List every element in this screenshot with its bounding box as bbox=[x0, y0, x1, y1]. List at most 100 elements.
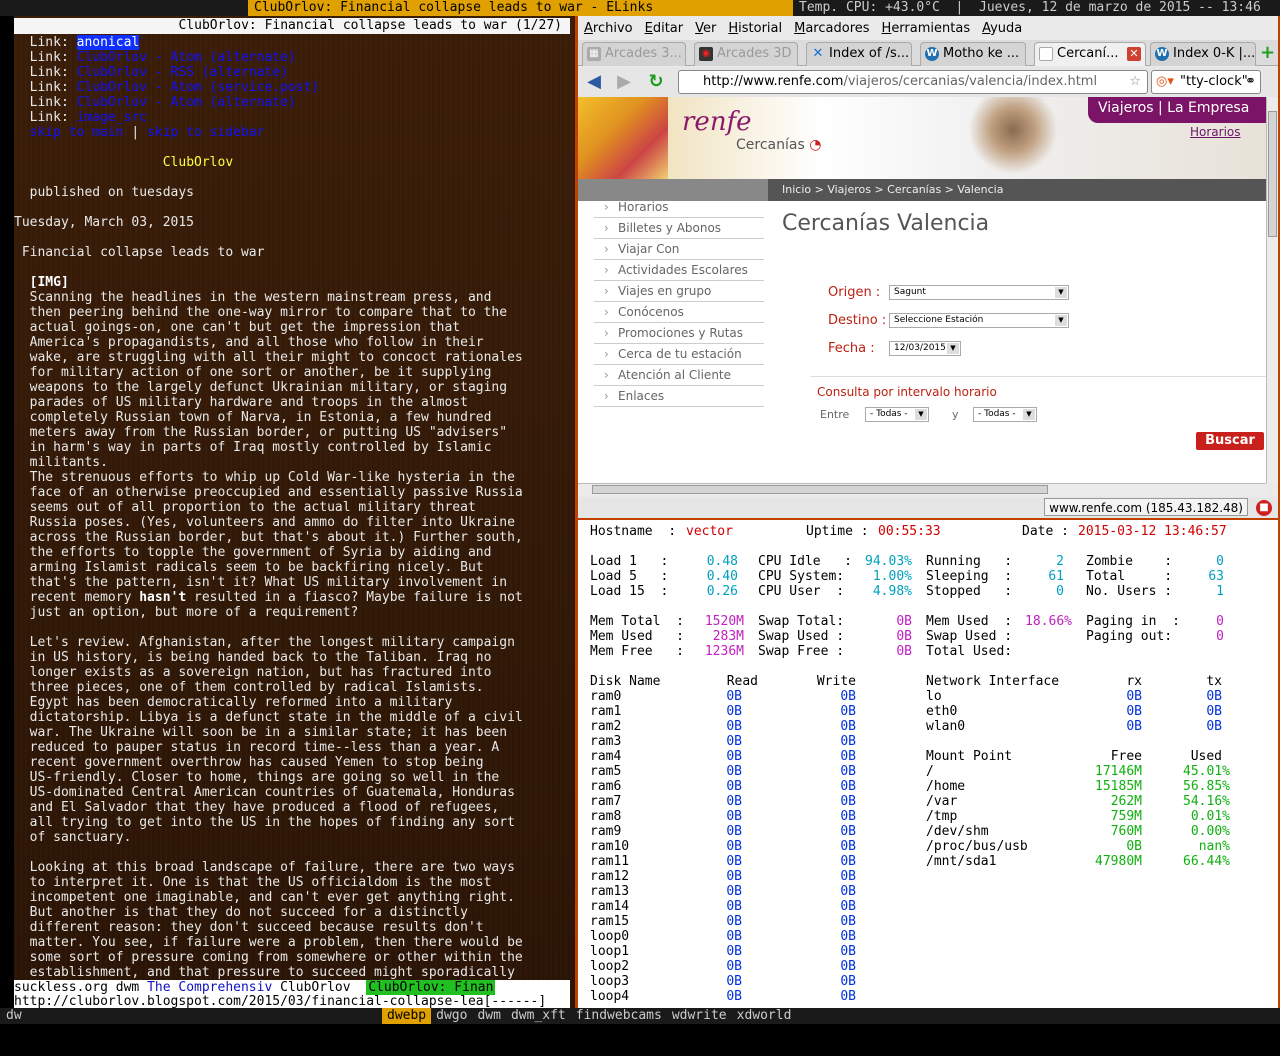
tab-comprehensive[interactable]: The Comprehensiv bbox=[147, 980, 272, 995]
side-menu-item[interactable]: Horarios bbox=[594, 197, 764, 218]
cercanias-logo: Cercanías ◔ bbox=[736, 137, 822, 153]
tab-index-of[interactable]: ✕ Index of /s... bbox=[806, 42, 912, 66]
breadcrumb[interactable]: Inicio > Viajeros > Cercanías > Valencia bbox=[768, 179, 1266, 201]
buscar-button[interactable]: Buscar bbox=[1196, 432, 1264, 450]
dmenu-item[interactable]: findwebcams bbox=[571, 1008, 667, 1024]
side-menu-item[interactable]: Enlaces bbox=[594, 386, 764, 407]
disk-header: Read bbox=[726, 674, 758, 689]
side-menu-item[interactable]: Billetes y Abonos bbox=[594, 218, 764, 239]
tab-index-0k[interactable]: W Index 0-K |... bbox=[1150, 42, 1256, 66]
link[interactable]: ClubOrlov - Atom (alternate) bbox=[77, 50, 296, 65]
side-menu-item[interactable]: Viajar Con bbox=[594, 239, 764, 260]
dmenu-item[interactable]: dwgo bbox=[431, 1008, 472, 1024]
menu-herramientas[interactable]: Herramientas bbox=[876, 18, 977, 40]
process-label: No. Users : bbox=[1086, 584, 1173, 599]
elinks-page-content[interactable]: Link: anonical Link: ClubOrlov - Atom (a… bbox=[14, 35, 570, 995]
tab-arcades-3d[interactable]: ◉ Arcades 3D bbox=[694, 42, 798, 66]
net-name: wlan0 bbox=[926, 719, 966, 734]
vertical-scrollbar-thumb[interactable] bbox=[1268, 111, 1277, 237]
dmenu-item[interactable]: dwebp bbox=[382, 1008, 432, 1024]
mem-value: 283M bbox=[712, 629, 744, 644]
renfe-banner: renfe Cercanías ◔ Viajeros | La Empresa … bbox=[578, 97, 1266, 179]
search-engine-icon[interactable]: ◎▾ bbox=[1156, 71, 1174, 93]
menu-ayuda[interactable]: Ayuda bbox=[976, 18, 1028, 40]
tab-bar: ▦ Arcades 3... ◉ Arcades 3D ✕ Index of /s..… bbox=[578, 40, 1278, 66]
link[interactable]: skip to sidebar bbox=[147, 125, 264, 140]
menu-historial[interactable]: Historial bbox=[722, 18, 788, 40]
process-value: 0 bbox=[1056, 584, 1064, 599]
disk-read: 0B bbox=[726, 884, 742, 899]
disk-name: ram12 bbox=[590, 869, 630, 884]
side-menu-item[interactable]: Atención al Cliente bbox=[594, 365, 764, 386]
destino-select[interactable]: Seleccione Estación bbox=[889, 313, 1069, 328]
viajeros-empresa-tabs[interactable]: Viajeros | La Empresa bbox=[1088, 97, 1266, 123]
link[interactable]: image_src bbox=[77, 110, 147, 125]
fecha-field[interactable]: 12/03/2015 bbox=[889, 341, 961, 356]
close-tab-icon[interactable]: ✕ bbox=[1127, 47, 1141, 61]
tab-cluborlov[interactable]: ClubOrlov bbox=[272, 980, 366, 995]
elinks-window[interactable]: ClubOrlov: Financial collapse leads to w… bbox=[0, 16, 576, 1009]
reload-button[interactable]: ↻ bbox=[644, 71, 668, 93]
mount-free: 15185M bbox=[1095, 779, 1142, 794]
process-label: Total : bbox=[1086, 569, 1173, 584]
side-menu-item[interactable]: Promociones y Rutas bbox=[594, 323, 764, 344]
tab-suckless[interactable]: suckless.org dwm bbox=[14, 980, 147, 995]
text-line: Link: image_src bbox=[14, 110, 148, 125]
vertical-scrollbar[interactable] bbox=[1266, 97, 1278, 483]
url-bar[interactable]: http://www.renfe.com/viajeros/cercanias/… bbox=[678, 70, 1148, 94]
bookmark-star-icon[interactable]: ☆ bbox=[1129, 71, 1141, 93]
menu-editar[interactable]: Editar bbox=[639, 18, 690, 40]
renfe-logo[interactable]: renfe bbox=[682, 107, 752, 137]
site-address: www.renfe.com (185.43.182.48) bbox=[1044, 498, 1248, 516]
origen-select[interactable]: Sagunt bbox=[889, 285, 1069, 300]
process-value: 63 bbox=[1208, 569, 1224, 584]
new-tab-icon[interactable]: + bbox=[1260, 44, 1276, 62]
dmenu-item[interactable]: dwm bbox=[472, 1008, 505, 1024]
back-button[interactable]: ◀ bbox=[582, 71, 606, 93]
disk-write: 0B bbox=[840, 704, 856, 719]
link[interactable]: skip to main bbox=[30, 125, 124, 140]
wordpress-icon: W bbox=[1155, 47, 1169, 61]
horizontal-scrollbar[interactable] bbox=[578, 483, 1266, 495]
dmenu-item[interactable]: wdwrite bbox=[667, 1008, 732, 1024]
dmenu-item[interactable]: dwm_xft bbox=[506, 1008, 571, 1024]
horizontal-scrollbar-thumb[interactable] bbox=[592, 485, 1048, 494]
tab-motho[interactable]: W Motho ke ... bbox=[920, 42, 1026, 66]
mount-name: /dev/shm bbox=[926, 824, 989, 839]
link[interactable]: ClubOrlov - Atom (alternate) bbox=[77, 95, 296, 110]
disk-write: 0B bbox=[840, 809, 856, 824]
link[interactable]: ClubOrlov - RSS (alternate) bbox=[77, 65, 288, 80]
disk-name: ram10 bbox=[590, 839, 630, 854]
menu-ver[interactable]: Ver bbox=[689, 18, 722, 40]
text-line: seems out of all proportion to the actua… bbox=[14, 500, 476, 515]
tab-cluborlov-active[interactable]: ClubOrlov: Finan bbox=[366, 980, 496, 995]
menu-archivo[interactable]: Archivo bbox=[578, 18, 639, 40]
tab-arcades-1[interactable]: ▦ Arcades 3... bbox=[582, 42, 686, 66]
dmenu-item[interactable]: xdworld bbox=[732, 1008, 797, 1024]
forward-button[interactable]: ▶ bbox=[612, 71, 636, 93]
side-menu-item[interactable]: Cerca de tu estación bbox=[594, 344, 764, 365]
dmenu-input[interactable]: dw bbox=[6, 1008, 22, 1024]
text-line: ClubOrlov bbox=[14, 155, 570, 170]
hora-inicio-select[interactable]: - Todas - bbox=[865, 407, 929, 422]
link[interactable]: ClubOrlov - Atom (service.post) bbox=[77, 80, 320, 95]
swap-label: Swap Used : bbox=[758, 629, 845, 644]
firefox-window[interactable]: Archivo Editar Ver Historial Marcadores Herra… bbox=[576, 16, 1280, 518]
search-box[interactable]: ◎▾ "tty-clock" ⚭ bbox=[1151, 70, 1261, 94]
hora-fin-select[interactable]: - Todas - bbox=[973, 407, 1037, 422]
disk-name: loop0 bbox=[590, 929, 630, 944]
process-value: 1 bbox=[1216, 584, 1224, 599]
menu-marcadores[interactable]: Marcadores bbox=[788, 18, 875, 40]
binoculars-icon[interactable]: ⚭ bbox=[1245, 71, 1256, 93]
tab-cercanias[interactable]: Cercaní... ✕ bbox=[1034, 42, 1146, 66]
text-line: different reason: they don't succeed bec… bbox=[14, 920, 484, 935]
side-menu-item[interactable]: Conócenos bbox=[594, 302, 764, 323]
side-menu-item[interactable]: Viajes en grupo bbox=[594, 281, 764, 302]
side-menu-item[interactable]: Actividades Escolares bbox=[594, 260, 764, 281]
elinks-tab-bar[interactable]: suckless.org dwm The Comprehensiv ClubOr… bbox=[14, 980, 570, 995]
disk-read: 0B bbox=[726, 719, 742, 734]
link[interactable]: anonical bbox=[76, 35, 140, 50]
horarios-link[interactable]: Horarios bbox=[1190, 125, 1241, 139]
text-line: for military action of one sort or anoth… bbox=[14, 365, 492, 380]
stop-icon[interactable]: ■ bbox=[1256, 500, 1272, 516]
